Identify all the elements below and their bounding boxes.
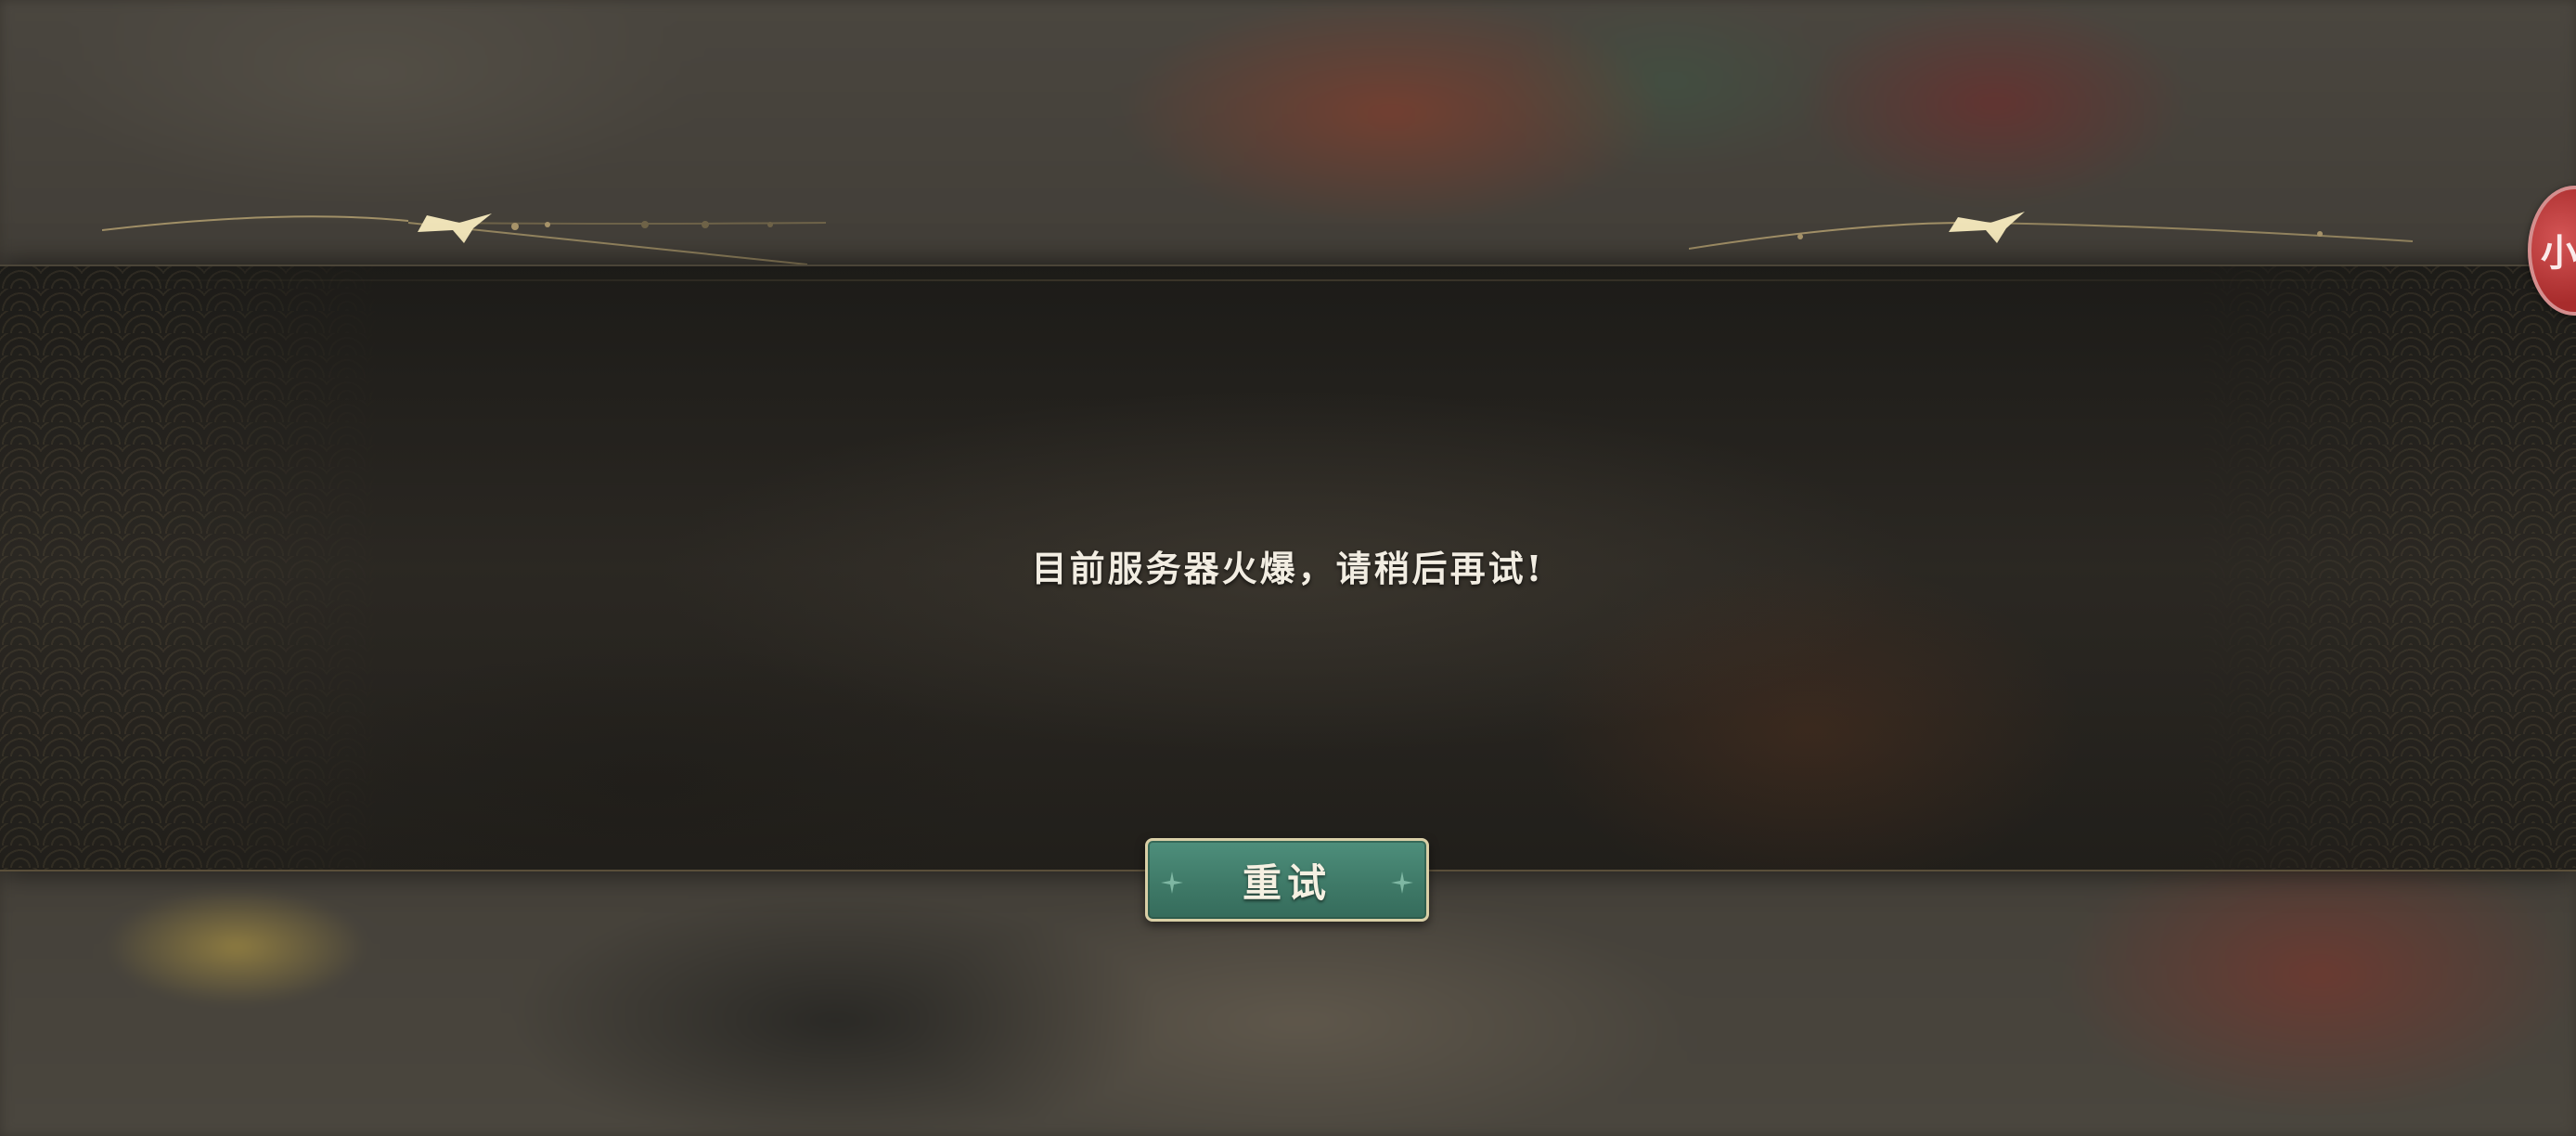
game-screen: 目前服务器火爆，请稍后再试! 重试 小 [0, 0, 2576, 1136]
retry-button[interactable]: 重试 [1145, 838, 1429, 922]
retry-button-label: 重试 [1242, 859, 1332, 906]
swallow-ornament-right [1689, 212, 2414, 250]
server-busy-message: 目前服务器火爆，请稍后再试! [1031, 548, 1545, 589]
side-button-label: 小 [2541, 231, 2576, 275]
sparkle-icon [1391, 871, 1413, 894]
sparkle-icon [1161, 871, 1183, 894]
swallow-ornament-left [102, 213, 827, 265]
